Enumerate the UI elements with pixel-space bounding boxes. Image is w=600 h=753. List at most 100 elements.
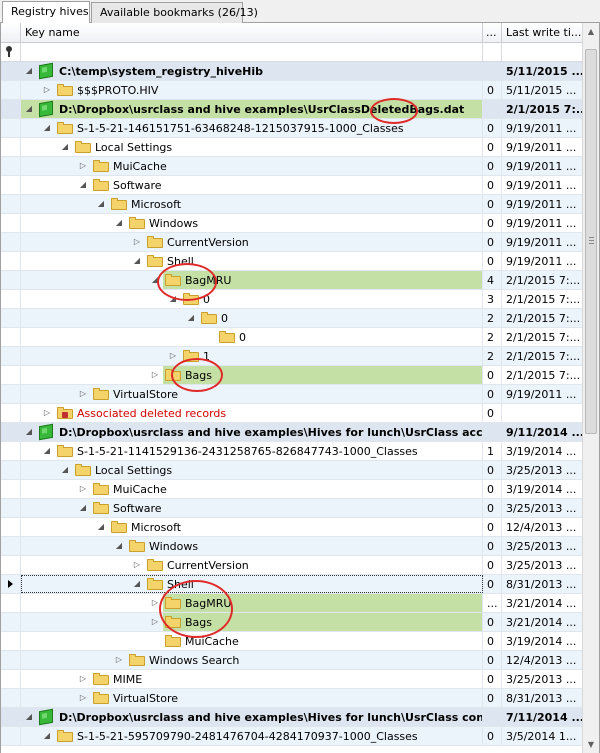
- values-count-cell[interactable]: 1: [483, 442, 502, 460]
- values-count-cell[interactable]: 0: [483, 651, 502, 669]
- tree-row[interactable]: 0 2 2/1/2015 7:...: [1, 328, 583, 347]
- values-count-cell[interactable]: 0: [483, 81, 502, 99]
- values-count-cell[interactable]: 0: [483, 385, 502, 403]
- last-write-cell[interactable]: 9/19/2011 ...: [502, 138, 583, 156]
- collapse-arrow-icon[interactable]: ◢: [61, 143, 69, 151]
- key-name-cell[interactable]: ▷ MIME: [21, 670, 483, 688]
- collapse-arrow-icon[interactable]: ◢: [115, 542, 123, 550]
- key-name-cell[interactable]: ◢ 0: [21, 290, 483, 308]
- key-name-cell[interactable]: 0: [21, 328, 483, 346]
- key-name-cell[interactable]: ▷ Associated deleted records: [21, 404, 483, 422]
- last-write-cell[interactable]: 5/11/2015 ...: [502, 81, 583, 99]
- values-count-cell[interactable]: 0: [483, 632, 502, 650]
- hive-row[interactable]: ◢ D:\Dropbox\usrclass and hive examples\H…: [1, 423, 583, 442]
- values-count-cell[interactable]: 0: [483, 138, 502, 156]
- tree-row[interactable]: ◢ Local Settings 0 3/25/2013 ...: [1, 461, 583, 480]
- row-indicator[interactable]: [1, 708, 21, 726]
- values-count-cell[interactable]: 0: [483, 119, 502, 137]
- expand-arrow-icon[interactable]: ▷: [43, 86, 51, 94]
- tree-row[interactable]: ◢ S-1-5-21-146151751-63468248-1215037915-…: [1, 119, 583, 138]
- key-name-cell[interactable]: ◢ Microsoft: [21, 195, 483, 213]
- expand-arrow-icon[interactable]: ▷: [151, 371, 159, 379]
- row-indicator[interactable]: [1, 575, 21, 593]
- expand-arrow-icon[interactable]: ▷: [151, 618, 159, 626]
- tree-row[interactable]: ▷ Bags 0 2/1/2015 7:...: [1, 366, 583, 385]
- values-count-cell[interactable]: 0: [483, 252, 502, 270]
- last-write-cell[interactable]: 9/19/2011 ...: [502, 119, 583, 137]
- collapse-arrow-icon[interactable]: ◢: [97, 200, 105, 208]
- tree-row[interactable]: ▷ $$$PROTO.HIV 0 5/11/2015 ...: [1, 81, 583, 100]
- last-write-cell[interactable]: 9/19/2011 ...: [502, 214, 583, 232]
- hive-row[interactable]: ◢ C:\temp\system_registry_hiveHib 5/11/201…: [1, 62, 583, 81]
- values-count-cell[interactable]: 4: [483, 271, 502, 289]
- row-indicator[interactable]: [1, 347, 21, 365]
- row-indicator[interactable]: [1, 461, 21, 479]
- expand-arrow-icon[interactable]: ▷: [79, 162, 87, 170]
- last-write-cell[interactable]: 8/31/2013 ...: [502, 689, 583, 707]
- row-indicator[interactable]: [1, 499, 21, 517]
- values-count-cell[interactable]: 0: [483, 670, 502, 688]
- last-write-cell[interactable]: 3/25/2013 ...: [502, 537, 583, 555]
- collapse-arrow-icon[interactable]: ◢: [187, 314, 195, 322]
- key-name-cell[interactable]: ◢ Windows: [21, 214, 483, 232]
- tree-row[interactable]: ◢ BagMRU 4 2/1/2015 7:...: [1, 271, 583, 290]
- key-name-cell[interactable]: ▷ VirtualStore: [21, 385, 483, 403]
- values-count-cell[interactable]: 0: [483, 689, 502, 707]
- tree-row[interactable]: ◢ Local Settings 0 9/19/2011 ...: [1, 138, 583, 157]
- key-name-cell[interactable]: ▷ Bags: [21, 366, 483, 384]
- row-indicator[interactable]: [1, 385, 21, 403]
- tree-row[interactable]: ◢ Microsoft 0 9/19/2011 ...: [1, 195, 583, 214]
- filter-values[interactable]: [483, 43, 502, 62]
- last-write-cell[interactable]: 2/1/2015 7:...: [502, 271, 583, 289]
- expand-arrow-icon[interactable]: ▷: [169, 352, 177, 360]
- row-indicator[interactable]: [1, 632, 21, 650]
- row-indicator[interactable]: [1, 670, 21, 688]
- vertical-scrollbar[interactable]: ▲ ▼: [582, 23, 599, 753]
- row-indicator[interactable]: [1, 157, 21, 175]
- row-indicator[interactable]: [1, 328, 21, 346]
- header-last-write[interactable]: Last write ti...: [502, 23, 583, 43]
- key-name-cell[interactable]: ▷ Windows Search: [21, 651, 483, 669]
- filter-pin-cell[interactable]: [1, 43, 21, 62]
- tree-row[interactable]: ◢ Software 0 3/25/2013 ...: [1, 499, 583, 518]
- last-write-cell[interactable]: 9/19/2011 ...: [502, 252, 583, 270]
- key-name-cell[interactable]: ▷ MuiCache: [21, 480, 483, 498]
- row-indicator[interactable]: [1, 594, 21, 612]
- tree-row[interactable]: ▷ CurrentVersion 0 9/19/2011 ...: [1, 233, 583, 252]
- tree-row[interactable]: ▷ VirtualStore 0 9/19/2011 ...: [1, 385, 583, 404]
- row-indicator[interactable]: [1, 176, 21, 194]
- values-count-cell[interactable]: ...: [483, 594, 502, 612]
- collapse-arrow-icon[interactable]: ◢: [25, 428, 33, 436]
- values-count-cell[interactable]: 0: [483, 461, 502, 479]
- collapse-arrow-icon[interactable]: ◢: [25, 67, 33, 75]
- tree-row[interactable]: ▷ MIME 0 3/25/2013 ...: [1, 670, 583, 689]
- values-count-cell[interactable]: [483, 423, 502, 441]
- row-indicator[interactable]: [1, 480, 21, 498]
- key-name-cell[interactable]: ▷ BagMRU: [21, 594, 483, 612]
- last-write-cell[interactable]: 2/1/2015 7:...: [502, 290, 583, 308]
- key-name-cell[interactable]: ◢ C:\temp\system_registry_hiveHib: [21, 62, 483, 80]
- key-name-cell[interactable]: ◢ BagMRU: [21, 271, 483, 289]
- header-key-name[interactable]: Key name: [21, 23, 483, 43]
- values-count-cell[interactable]: 0: [483, 727, 502, 745]
- row-indicator[interactable]: [1, 727, 21, 745]
- row-indicator[interactable]: [1, 62, 21, 80]
- expand-arrow-icon[interactable]: ▷: [133, 238, 141, 246]
- tree-row[interactable]: ◢ S-1-5-21-1141529136-2431258765-82684774…: [1, 442, 583, 461]
- last-write-cell[interactable]: 3/5/2014 1...: [502, 727, 583, 745]
- expand-arrow-icon[interactable]: ▷: [79, 390, 87, 398]
- row-indicator[interactable]: [1, 613, 21, 631]
- key-name-cell[interactable]: ▷ 1: [21, 347, 483, 365]
- values-count-cell[interactable]: 0: [483, 480, 502, 498]
- filter-row[interactable]: [1, 43, 583, 62]
- last-write-cell[interactable]: 2/1/2015 7:...: [502, 347, 583, 365]
- values-count-cell[interactable]: 0: [483, 214, 502, 232]
- row-indicator[interactable]: [1, 404, 21, 422]
- values-count-cell[interactable]: 0: [483, 575, 502, 593]
- values-count-cell[interactable]: [483, 62, 502, 80]
- values-count-cell[interactable]: 0: [483, 233, 502, 251]
- expand-arrow-icon[interactable]: ▷: [151, 599, 159, 607]
- last-write-cell[interactable]: 12/4/2013 ...: [502, 651, 583, 669]
- last-write-cell[interactable]: 9/19/2011 ...: [502, 176, 583, 194]
- collapse-arrow-icon[interactable]: ◢: [61, 466, 69, 474]
